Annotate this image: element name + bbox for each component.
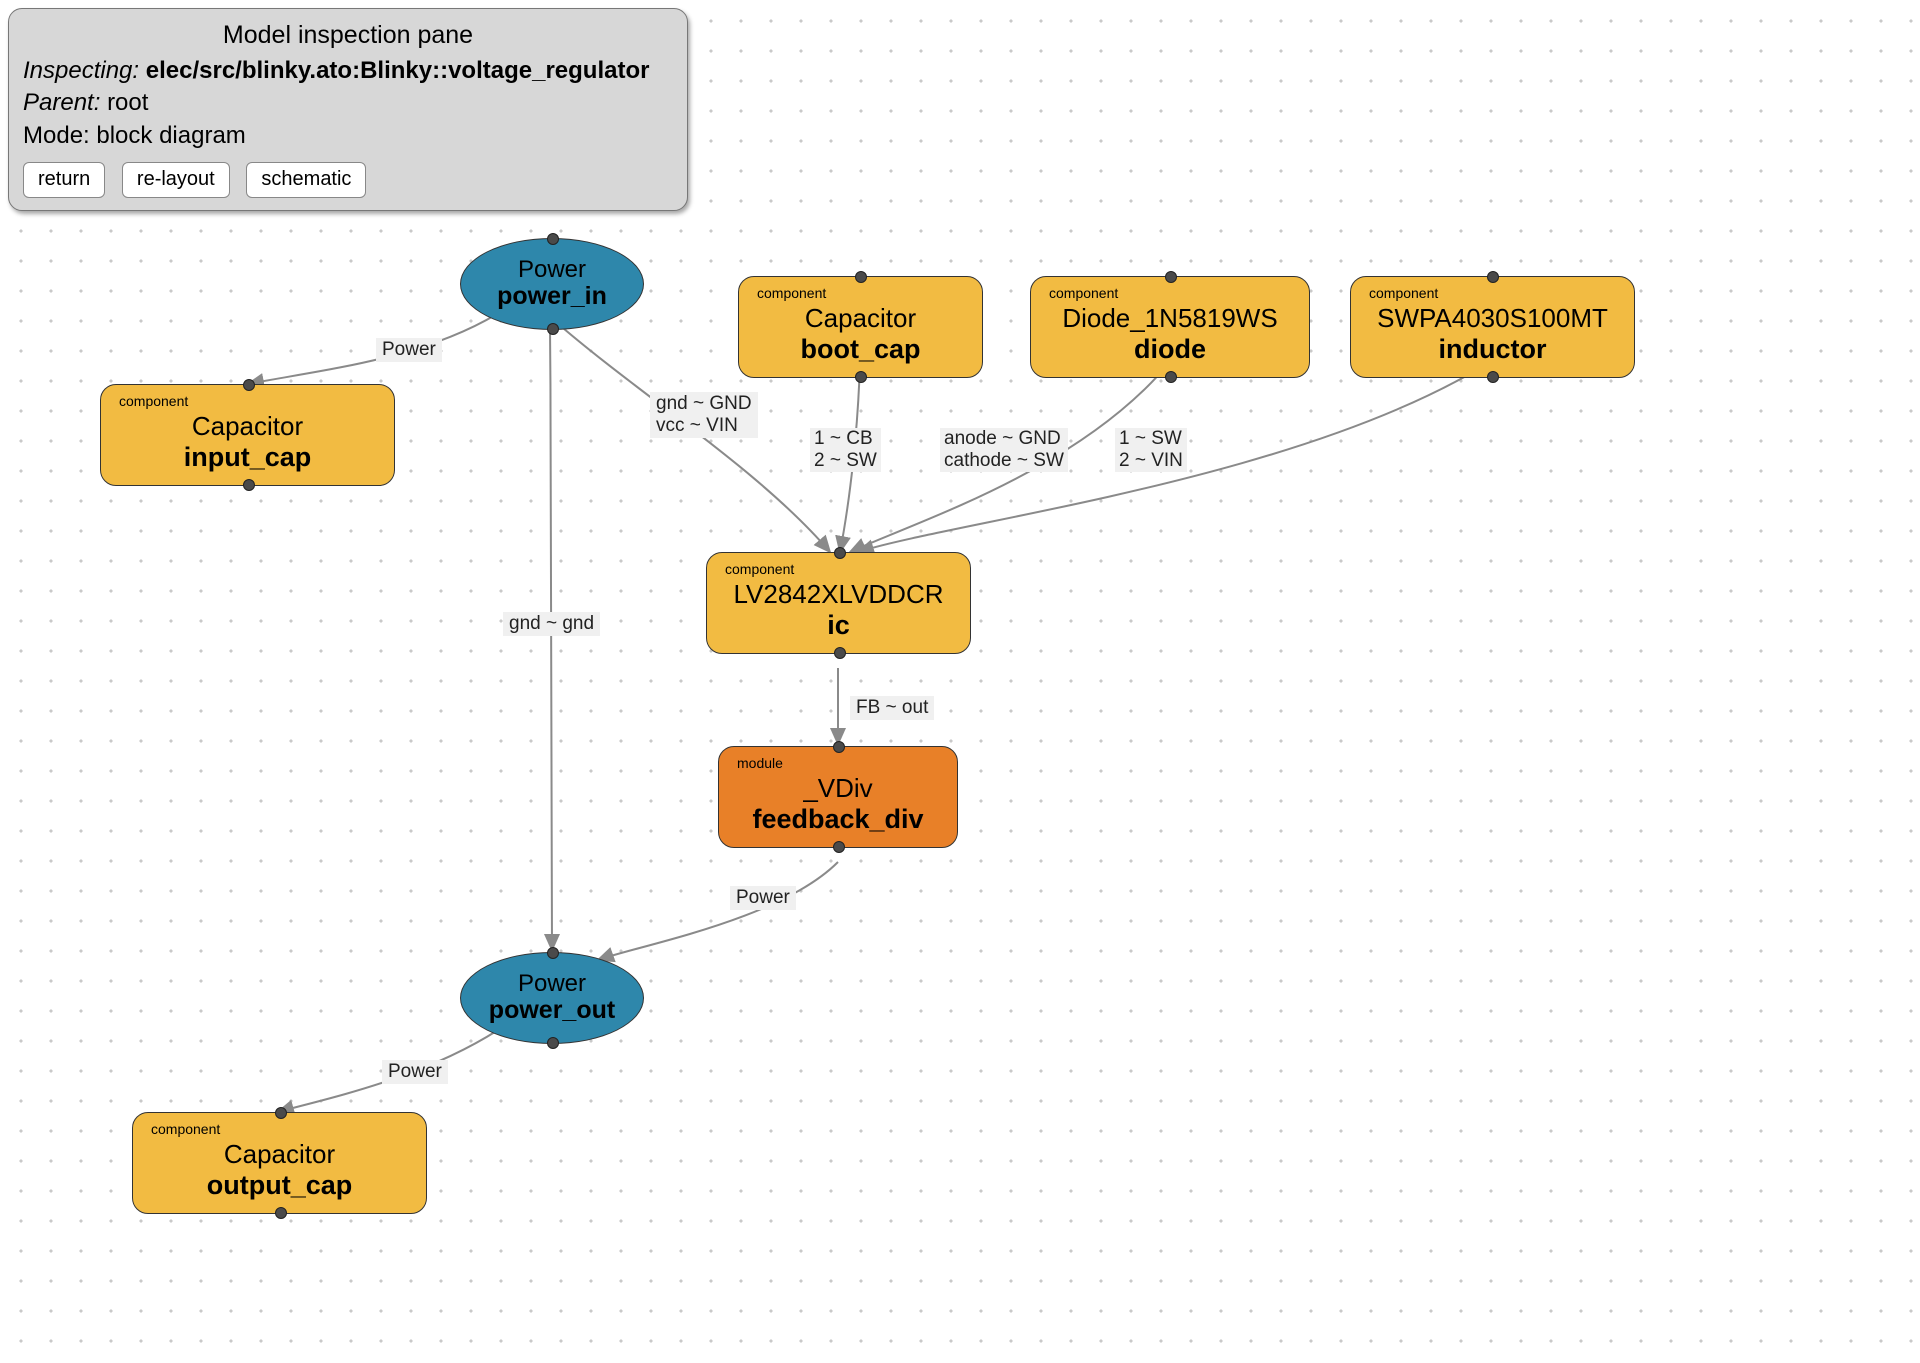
node-tag: component (151, 1121, 408, 1137)
node-type: SWPA4030S100MT (1369, 303, 1616, 334)
pane-parent-row: Parent: root (23, 87, 673, 119)
mode-value: block diagram (96, 122, 245, 149)
pane-inspecting-row: Inspecting: elec/src/blinky.ato:Blinky::… (23, 55, 673, 87)
node-type: _VDiv (737, 773, 939, 804)
parent-label: Parent: (23, 89, 100, 116)
pane-title: Model inspection pane (23, 19, 673, 53)
port-icon (547, 233, 559, 245)
node-type: Capacitor (151, 1139, 408, 1170)
edge-label-gnd-gnd: gnd ~ gnd (503, 612, 600, 636)
node-power-out[interactable]: Power power_out (460, 952, 644, 1044)
port-icon (1487, 371, 1499, 383)
port-icon (547, 1037, 559, 1049)
port-icon (834, 647, 846, 659)
node-power-in[interactable]: Power power_in (460, 238, 644, 330)
node-name: output_cap (151, 1170, 408, 1201)
node-tag: module (737, 755, 939, 771)
edge-label-boot-to-ic: 1 ~ CB2 ~ SW (810, 428, 881, 472)
node-inductor[interactable]: component SWPA4030S100MT inductor (1350, 276, 1635, 378)
node-feedback-div[interactable]: module _VDiv feedback_div (718, 746, 958, 848)
node-name: feedback_div (737, 804, 939, 835)
node-type: Diode_1N5819WS (1049, 303, 1291, 334)
node-tag: component (1049, 285, 1291, 301)
pane-mode-row: Mode: block diagram (23, 120, 673, 152)
port-icon (855, 371, 867, 383)
model-inspection-pane: Model inspection pane Inspecting: elec/s… (8, 8, 688, 211)
edge-label-power-in-to-ic: gnd ~ GNDvcc ~ VIN (650, 392, 758, 438)
node-ic[interactable]: component LV2842XLVDDCR ic (706, 552, 971, 654)
edge-label-ic-to-fb: FB ~ out (850, 696, 934, 720)
port-icon (1165, 271, 1177, 283)
return-button[interactable]: return (23, 162, 105, 198)
edge-label-inductor-to-ic: 1 ~ SW2 ~ VIN (1115, 428, 1187, 472)
inspecting-value: elec/src/blinky.ato:Blinky::voltage_regu… (146, 57, 650, 84)
schematic-button[interactable]: schematic (246, 162, 366, 198)
parent-value: root (107, 89, 148, 116)
port-icon (833, 841, 845, 853)
node-name: boot_cap (757, 334, 964, 365)
node-type: Capacitor (757, 303, 964, 334)
port-icon (275, 1107, 287, 1119)
node-name: input_cap (119, 442, 376, 473)
port-icon (855, 271, 867, 283)
diagram-canvas[interactable]: Model inspection pane Inspecting: elec/s… (0, 0, 1920, 1363)
node-tag: component (725, 561, 952, 577)
node-type: Capacitor (119, 411, 376, 442)
edge-label-diode-to-ic: anode ~ GNDcathode ~ SW (940, 428, 1068, 472)
node-diode[interactable]: component Diode_1N5819WS diode (1030, 276, 1310, 378)
port-icon (275, 1207, 287, 1219)
port-icon (547, 947, 559, 959)
node-type: Power (518, 257, 586, 283)
node-name: inductor (1369, 334, 1616, 365)
edge-label-out-to-output-cap: Power (382, 1060, 448, 1084)
node-name: diode (1049, 334, 1291, 365)
node-type: LV2842XLVDDCR (725, 579, 952, 610)
node-name: power_in (497, 283, 607, 311)
relayout-button[interactable]: re-layout (122, 162, 230, 198)
node-tag: component (119, 393, 376, 409)
node-input-cap[interactable]: component Capacitor input_cap (100, 384, 395, 486)
port-icon (243, 479, 255, 491)
node-name: power_out (489, 997, 615, 1025)
node-tag: component (757, 285, 964, 301)
edge-label-power-to-input-cap: Power (376, 338, 442, 362)
port-icon (1487, 271, 1499, 283)
port-icon (833, 741, 845, 753)
mode-label: Mode: (23, 122, 90, 149)
node-output-cap[interactable]: component Capacitor output_cap (132, 1112, 427, 1214)
node-tag: component (1369, 285, 1616, 301)
node-type: Power (518, 971, 586, 997)
port-icon (243, 379, 255, 391)
port-icon (547, 323, 559, 335)
port-icon (1165, 371, 1177, 383)
port-icon (834, 547, 846, 559)
node-name: ic (725, 610, 952, 641)
node-boot-cap[interactable]: component Capacitor boot_cap (738, 276, 983, 378)
inspecting-label: Inspecting: (23, 57, 139, 84)
edge-label-fb-to-out-power: Power (730, 886, 796, 910)
